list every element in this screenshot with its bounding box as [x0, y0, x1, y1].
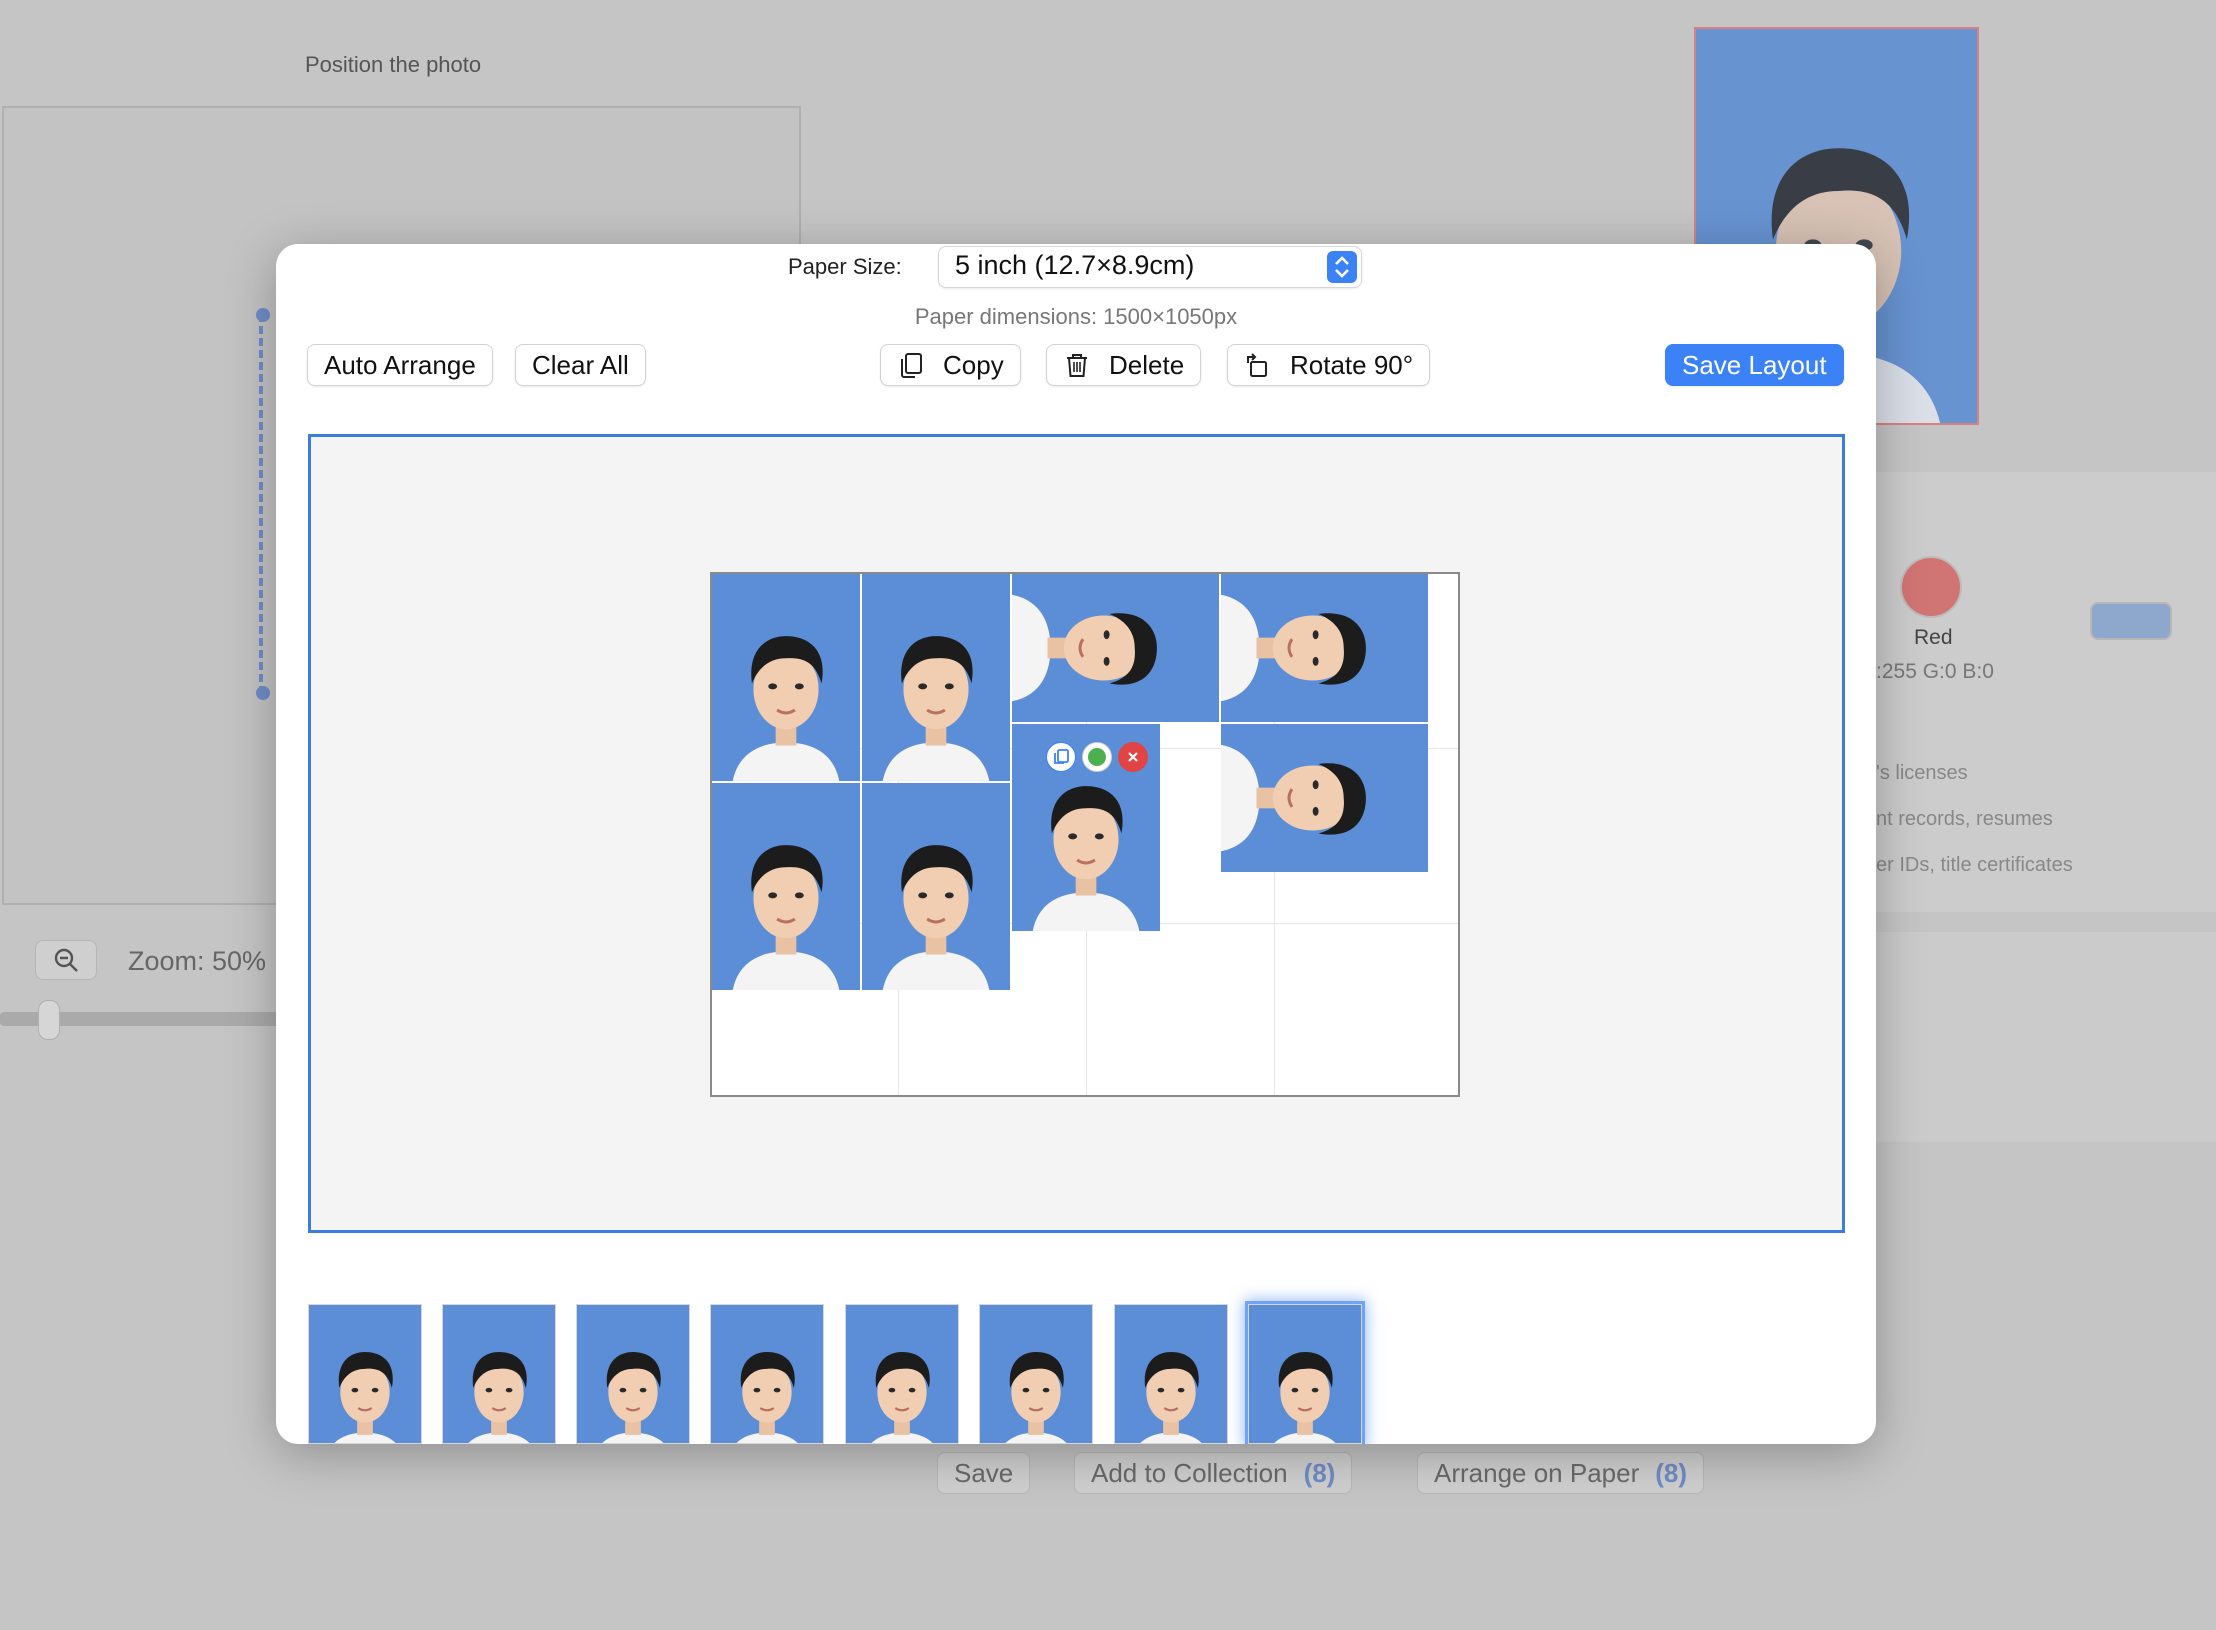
color-rgb-label: :255 G:0 B:0	[1876, 660, 1994, 683]
paper-size-value: 5 inch (12.7×8.9cm)	[955, 250, 1195, 280]
rotate-icon	[1244, 351, 1272, 379]
use-case-item: 's licenses	[1876, 762, 1968, 784]
settings-panel-lower	[1876, 932, 2216, 1142]
crop-handle[interactable]	[256, 686, 270, 700]
save-layout-label: Save Layout	[1682, 349, 1827, 380]
arrange-on-paper-button[interactable]: Arrange on Paper (8)	[1417, 1452, 1705, 1494]
arrange-dialog: Paper Size: 5 inch (12.7×8.9cm) Paper di…	[276, 244, 1876, 1444]
paper-sheet[interactable]	[710, 572, 1460, 1097]
updown-arrows-icon	[1327, 251, 1357, 283]
layout-photo[interactable]	[712, 574, 860, 781]
clear-all-label: Clear All	[532, 349, 629, 380]
delete-label: Delete	[1109, 349, 1185, 380]
photo-thumbnail[interactable]	[442, 1304, 556, 1444]
save-label: Save	[954, 1457, 1014, 1488]
save-layout-button[interactable]: Save Layout	[1665, 344, 1844, 386]
auto-arrange-button[interactable]: Auto Arrange	[307, 344, 493, 386]
layout-photo[interactable]	[862, 783, 1010, 990]
add-collection-label: Add to Collection	[1091, 1457, 1288, 1488]
photo-thumbnail[interactable]	[1114, 1304, 1228, 1444]
clear-all-button[interactable]: Clear All	[515, 344, 646, 386]
photo-thumbnail[interactable]	[308, 1304, 422, 1444]
layout-canvas[interactable]	[308, 434, 1845, 1233]
paper-size-label: Paper Size:	[788, 254, 902, 279]
paper-size-select[interactable]: 5 inch (12.7×8.9cm)	[938, 246, 1362, 288]
close-icon[interactable]	[1118, 742, 1148, 772]
photo-thumbnail[interactable]	[845, 1304, 959, 1444]
copy-button[interactable]: Copy	[880, 344, 1021, 386]
photo-thumbnail-selected[interactable]	[1248, 1304, 1362, 1444]
zoom-slider-knob[interactable]	[38, 1000, 60, 1040]
save-button[interactable]: Save	[937, 1452, 1031, 1494]
custom-color-swatch[interactable]	[2090, 602, 2172, 640]
trash-icon	[1063, 351, 1091, 379]
green-dot-icon[interactable]	[1082, 742, 1112, 772]
paper-dimensions: Paper dimensions: 1500×1050px	[914, 304, 1238, 329]
color-name-label: Red	[1914, 626, 1953, 649]
crop-guide	[259, 314, 263, 694]
position-photo-label: Position the photo	[305, 52, 482, 77]
add-to-collection-button[interactable]: Add to Collection (8)	[1074, 1452, 1353, 1494]
add-collection-count: (8)	[1303, 1457, 1336, 1488]
copy-label: Copy	[943, 349, 1004, 380]
color-swatch-red[interactable]	[1900, 556, 1962, 618]
arrange-count: (8)	[1655, 1457, 1688, 1488]
delete-button[interactable]: Delete	[1046, 344, 1202, 386]
zoom-out-icon	[54, 948, 78, 972]
use-case-item: nt records, resumes	[1876, 808, 2053, 830]
use-case-item: er IDs, title certificates	[1876, 854, 2073, 876]
photo-thumbnail[interactable]	[576, 1304, 690, 1444]
photo-action-toolbar	[1046, 742, 1148, 772]
zoom-label: Zoom: 50%	[128, 946, 267, 976]
settings-panel	[1876, 472, 2216, 912]
copy-icon	[897, 351, 925, 379]
zoom-out-button[interactable]	[35, 940, 97, 980]
layout-photo-rotated[interactable]	[1012, 574, 1219, 722]
duplicate-icon[interactable]	[1046, 742, 1076, 772]
photo-thumbnail[interactable]	[710, 1304, 824, 1444]
rotate-label: Rotate 90°	[1290, 349, 1414, 380]
layout-photo-rotated[interactable]	[1221, 574, 1428, 722]
crop-handle[interactable]	[256, 308, 270, 322]
rotate-button[interactable]: Rotate 90°	[1227, 344, 1431, 386]
arrange-label: Arrange on Paper	[1434, 1457, 1640, 1488]
photo-thumbnail[interactable]	[979, 1304, 1093, 1444]
auto-arrange-label: Auto Arrange	[324, 349, 476, 380]
layout-photo[interactable]	[712, 783, 860, 990]
layout-photo-rotated[interactable]	[1221, 724, 1428, 872]
layout-photo[interactable]	[862, 574, 1010, 781]
